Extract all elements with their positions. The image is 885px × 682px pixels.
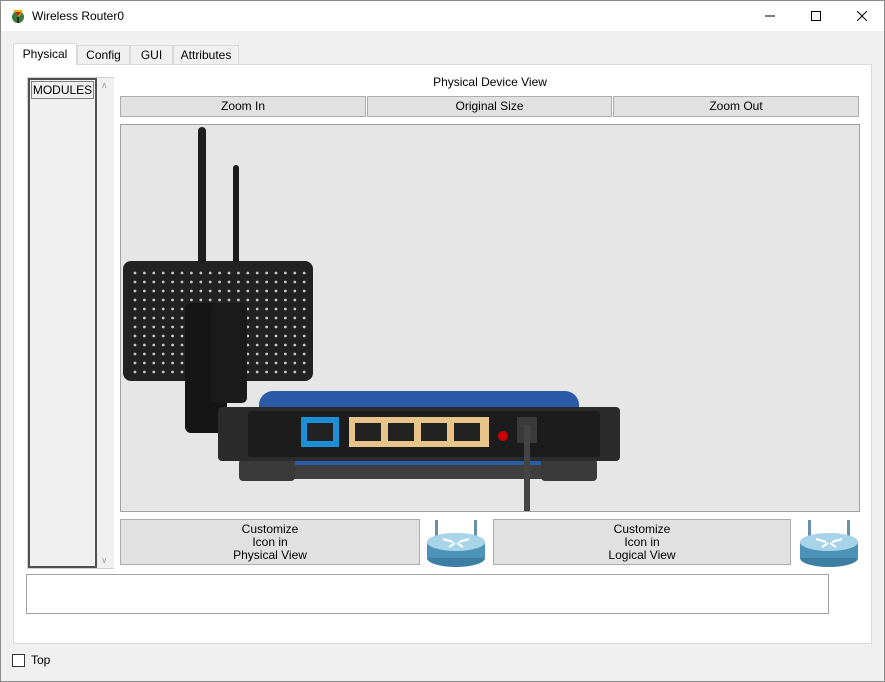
- info-text-box[interactable]: [26, 574, 829, 614]
- top-checkbox-label: Top: [31, 653, 51, 667]
- original-size-button[interactable]: Original Size: [367, 96, 612, 117]
- customize-physical-line2: Icon in: [252, 534, 288, 549]
- wireless-router-icon: [427, 520, 485, 567]
- scroll-down-icon[interactable]: ∨: [101, 555, 108, 566]
- zoom-in-button[interactable]: Zoom In: [120, 96, 366, 117]
- customize-logical-icon-button[interactable]: Customize Icon in Logical View: [493, 519, 791, 565]
- wireless-router-rear-panel: [123, 127, 620, 511]
- physical-device-canvas[interactable]: [120, 124, 860, 512]
- maximize-icon: [811, 11, 821, 21]
- customize-physical-line3: Physical View: [233, 547, 307, 562]
- minimize-icon: [765, 15, 775, 17]
- wireless-router-icon: [800, 520, 858, 567]
- modules-list-container: MODULES ∧ ∨: [27, 77, 114, 569]
- tab-config[interactable]: Config: [77, 45, 130, 65]
- customize-logical-line2: Icon in: [624, 534, 660, 549]
- title-bar[interactable]: Wireless Router0: [1, 1, 884, 31]
- customize-logical-line1: Customize: [613, 521, 671, 536]
- close-icon: [857, 11, 867, 21]
- tab-attributes[interactable]: Attributes: [173, 45, 239, 65]
- modules-scrollbar[interactable]: ∧ ∨: [98, 78, 114, 568]
- device-window: Wireless Router0 Physical Config GUI Att…: [0, 0, 885, 682]
- customize-physical-line1: Customize: [241, 521, 299, 536]
- tab-physical[interactable]: Physical: [13, 43, 77, 65]
- physical-device-view-title: Physical Device View: [433, 75, 547, 89]
- modules-button[interactable]: MODULES: [31, 81, 94, 99]
- maximize-button[interactable]: [793, 1, 839, 31]
- modules-list[interactable]: MODULES: [28, 78, 97, 568]
- scroll-up-icon[interactable]: ∧: [101, 80, 108, 91]
- tab-gui[interactable]: GUI: [130, 45, 173, 65]
- physical-tab-panel: MODULES ∧ ∨ Physical Device View Zoom In…: [13, 64, 872, 644]
- window-title: Wireless Router0: [32, 9, 125, 23]
- close-button[interactable]: [839, 1, 885, 31]
- zoom-out-button[interactable]: Zoom Out: [613, 96, 859, 117]
- packet-tracer-app-icon: [12, 10, 24, 23]
- top-checkbox[interactable]: [12, 654, 25, 667]
- minimize-button[interactable]: [747, 1, 793, 31]
- customize-logical-line3: Logical View: [608, 547, 676, 562]
- customize-physical-icon-button[interactable]: Customize Icon in Physical View: [120, 519, 420, 565]
